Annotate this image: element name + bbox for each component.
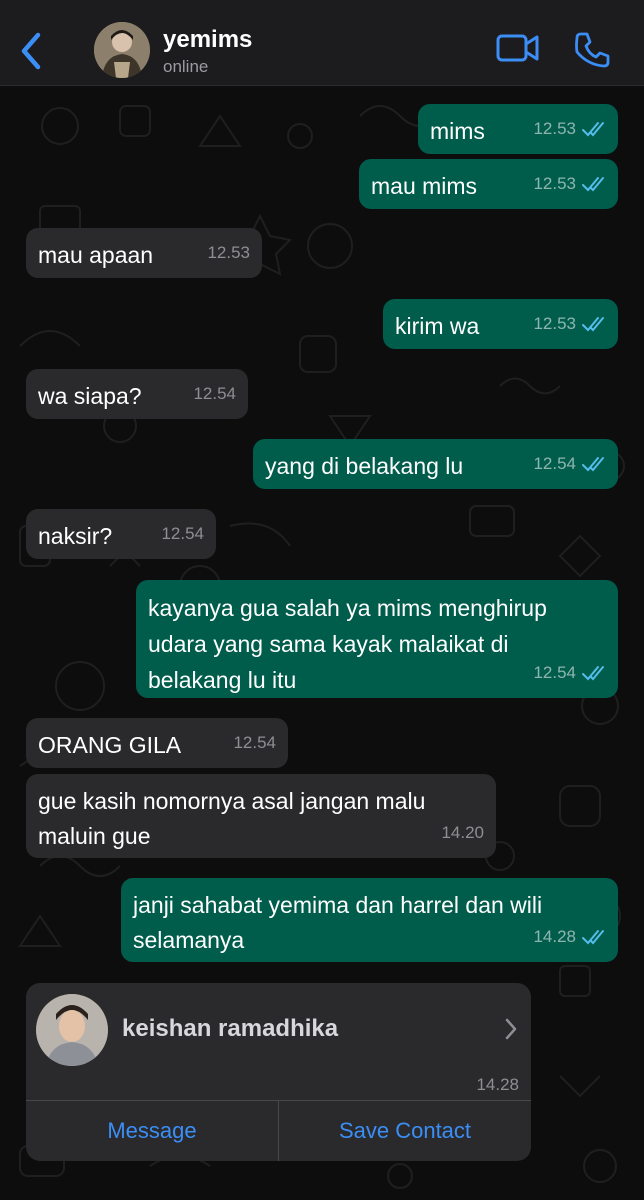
message-time: 12.54	[233, 733, 276, 752]
message-bubble-outgoing[interactable]: mau mims 12.53	[359, 159, 618, 209]
message-time: 12.53	[207, 243, 250, 262]
read-ticks-icon	[582, 456, 604, 471]
read-ticks-icon	[582, 316, 604, 331]
message-bubble-incoming[interactable]: mau apaan 12.53	[26, 228, 262, 278]
message-time: 14.28	[476, 1075, 519, 1094]
shared-contact-name[interactable]: keishan ramadhika	[122, 1015, 338, 1043]
message-bubble-outgoing[interactable]: yang di belakang lu 12.54	[253, 439, 618, 489]
shared-contact-avatar[interactable]	[36, 994, 108, 1066]
chevron-right-icon[interactable]	[504, 1017, 518, 1041]
message-meta: 12.53	[207, 235, 250, 270]
message-meta: 12.54	[193, 376, 236, 411]
message-meta: 12.54	[161, 516, 204, 551]
video-camera-icon	[496, 34, 539, 62]
chat-thread[interactable]: mims 12.53 mau mims 12.53 mau apaan 12.5…	[0, 86, 644, 1200]
contact-photo	[36, 994, 108, 1066]
read-ticks-icon	[582, 929, 604, 944]
shared-contact-card[interactable]: keishan ramadhika 14.28 Message Save Con…	[26, 983, 531, 1161]
message-meta: 14.28	[533, 919, 606, 954]
read-ticks-icon	[582, 121, 604, 136]
message-bubble-outgoing[interactable]: mims 12.53	[418, 104, 618, 154]
message-bubble-outgoing[interactable]: kirim wa 12.53	[383, 299, 618, 349]
avatar-image	[94, 22, 150, 78]
video-call-button[interactable]	[496, 30, 540, 66]
message-time: 14.28	[533, 927, 576, 946]
chat-header: yemims online	[0, 0, 644, 86]
message-text: gue kasih nomornya asal jangan malu malu…	[38, 788, 426, 849]
message-bubble-incoming[interactable]: ORANG GILA 12.54	[26, 718, 288, 768]
message-time: 12.54	[161, 524, 204, 543]
contact-avatar[interactable]	[94, 22, 150, 78]
message-time: 12.54	[193, 384, 236, 403]
message-meta: 12.54	[533, 655, 606, 690]
message-time: 12.54	[533, 663, 576, 682]
message-time: 12.53	[533, 174, 576, 193]
message-time: 12.53	[533, 314, 576, 333]
message-meta: 12.54	[533, 446, 606, 481]
read-ticks-icon	[582, 176, 604, 191]
message-bubble-incoming[interactable]: naksir? 12.54	[26, 509, 216, 559]
contact-status: online	[163, 57, 209, 76]
message-time: 12.53	[533, 119, 576, 138]
back-button[interactable]	[12, 26, 52, 76]
message-meta: 12.53	[533, 166, 606, 201]
contact-name[interactable]: yemims	[163, 26, 252, 54]
message-contact-button[interactable]: Message	[26, 1101, 278, 1161]
message-time: 12.54	[533, 454, 576, 473]
message-bubble-outgoing[interactable]: kayanya gua salah ya mims menghirup udar…	[136, 580, 618, 698]
message-bubble-outgoing[interactable]: janji sahabat yemima dan harrel dan wili…	[121, 878, 618, 962]
voice-call-button[interactable]	[572, 30, 612, 70]
message-bubble-incoming[interactable]: gue kasih nomornya asal jangan malu malu…	[26, 774, 496, 858]
read-ticks-icon	[582, 665, 604, 680]
message-meta: 12.53	[533, 111, 606, 146]
message-meta: 14.20	[441, 815, 484, 850]
save-contact-button[interactable]: Save Contact	[279, 1101, 531, 1161]
message-meta: 12.54	[233, 725, 276, 760]
chevron-left-icon	[21, 32, 41, 70]
message-meta: 12.53	[533, 306, 606, 341]
phone-icon	[575, 32, 610, 68]
message-time: 14.20	[441, 823, 484, 842]
message-bubble-incoming[interactable]: wa siapa? 12.54	[26, 369, 248, 419]
